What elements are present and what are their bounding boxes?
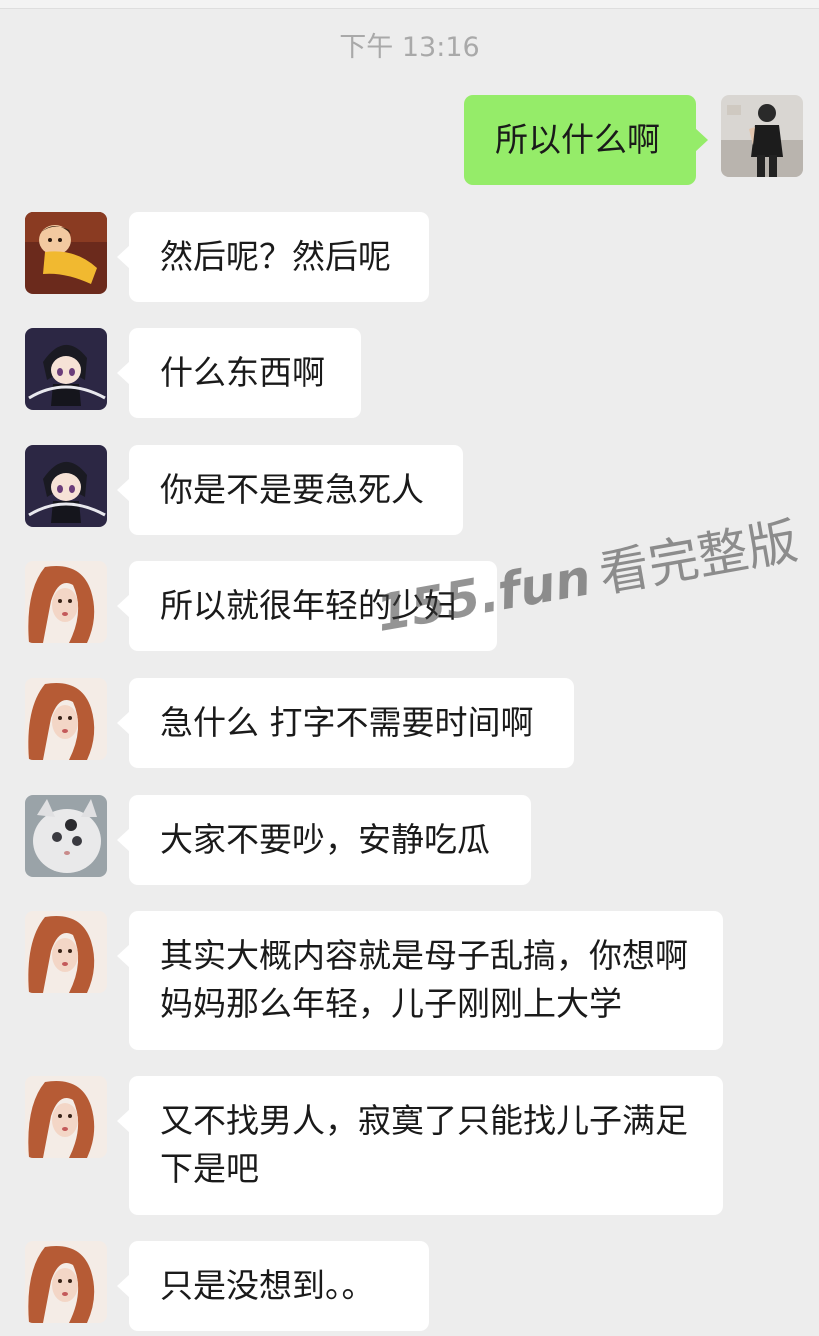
anime-avatar[interactable] <box>25 445 107 527</box>
cat-avatar[interactable] <box>25 795 107 877</box>
message-bubble[interactable]: 急什么 打字不需要时间啊 <box>117 678 574 768</box>
message-bubble[interactable]: 所以就很年轻的少妇 <box>117 561 497 651</box>
message-text: 其实大概内容就是母子乱搞，你想啊 妈妈那么年轻，儿子刚刚上大学 <box>160 936 688 1023</box>
redhair-avatar[interactable] <box>25 911 107 993</box>
anime-avatar[interactable] <box>25 328 107 410</box>
redhair-avatar-image <box>25 1241 107 1323</box>
cartoon-girl-avatar-image <box>25 212 107 294</box>
message-bubble[interactable]: 其实大概内容就是母子乱搞，你想啊 妈妈那么年轻，儿子刚刚上大学 <box>117 911 723 1050</box>
top-divider <box>0 0 819 9</box>
redhair-avatar[interactable] <box>25 1241 107 1323</box>
redhair-avatar-image <box>25 1076 107 1158</box>
message-bubble[interactable]: 又不找男人，寂寞了只能找儿子满足下是吧 <box>117 1076 723 1215</box>
cartoon-girl-avatar[interactable] <box>25 212 107 294</box>
message-bubble[interactable]: 只是没想到。。 <box>117 1241 429 1331</box>
redhair-avatar[interactable] <box>25 561 107 643</box>
photo-avatar-image <box>721 95 803 177</box>
cat-avatar-image <box>25 795 107 877</box>
redhair-avatar-image <box>25 678 107 760</box>
message-text: 什么东西啊 <box>160 353 325 392</box>
redhair-avatar-image <box>25 561 107 643</box>
photo-avatar[interactable] <box>721 95 803 177</box>
message-text: 又不找男人，寂寞了只能找儿子满足下是吧 <box>160 1101 688 1188</box>
message-bubble[interactable]: 你是不是要急死人 <box>117 445 463 535</box>
message-text: 然后呢？然后呢 <box>160 237 391 276</box>
message-text: 所以什么啊 <box>495 120 660 159</box>
anime-avatar-image <box>25 328 107 410</box>
redhair-avatar[interactable] <box>25 1076 107 1158</box>
anime-avatar-image <box>25 445 107 527</box>
message-text: 急什么 打字不需要时间啊 <box>160 703 534 742</box>
message-text: 你是不是要急死人 <box>160 470 424 509</box>
message-text: 大家不要吵，安静吃瓜 <box>160 820 490 859</box>
watermark-text: 看完整版 <box>594 511 802 604</box>
message-text: 所以就很年轻的少妇 <box>160 586 457 625</box>
redhair-avatar[interactable] <box>25 678 107 760</box>
redhair-avatar-image <box>25 911 107 993</box>
message-text: 只是没想到。。 <box>160 1266 375 1305</box>
message-bubble[interactable]: 什么东西啊 <box>117 328 361 418</box>
message-bubble[interactable]: 大家不要吵，安静吃瓜 <box>117 795 531 885</box>
message-bubble[interactable]: 然后呢？然后呢 <box>117 212 429 302</box>
message-bubble[interactable]: 所以什么啊 <box>464 95 708 185</box>
message-timestamp: 下午 13:16 <box>339 32 480 63</box>
